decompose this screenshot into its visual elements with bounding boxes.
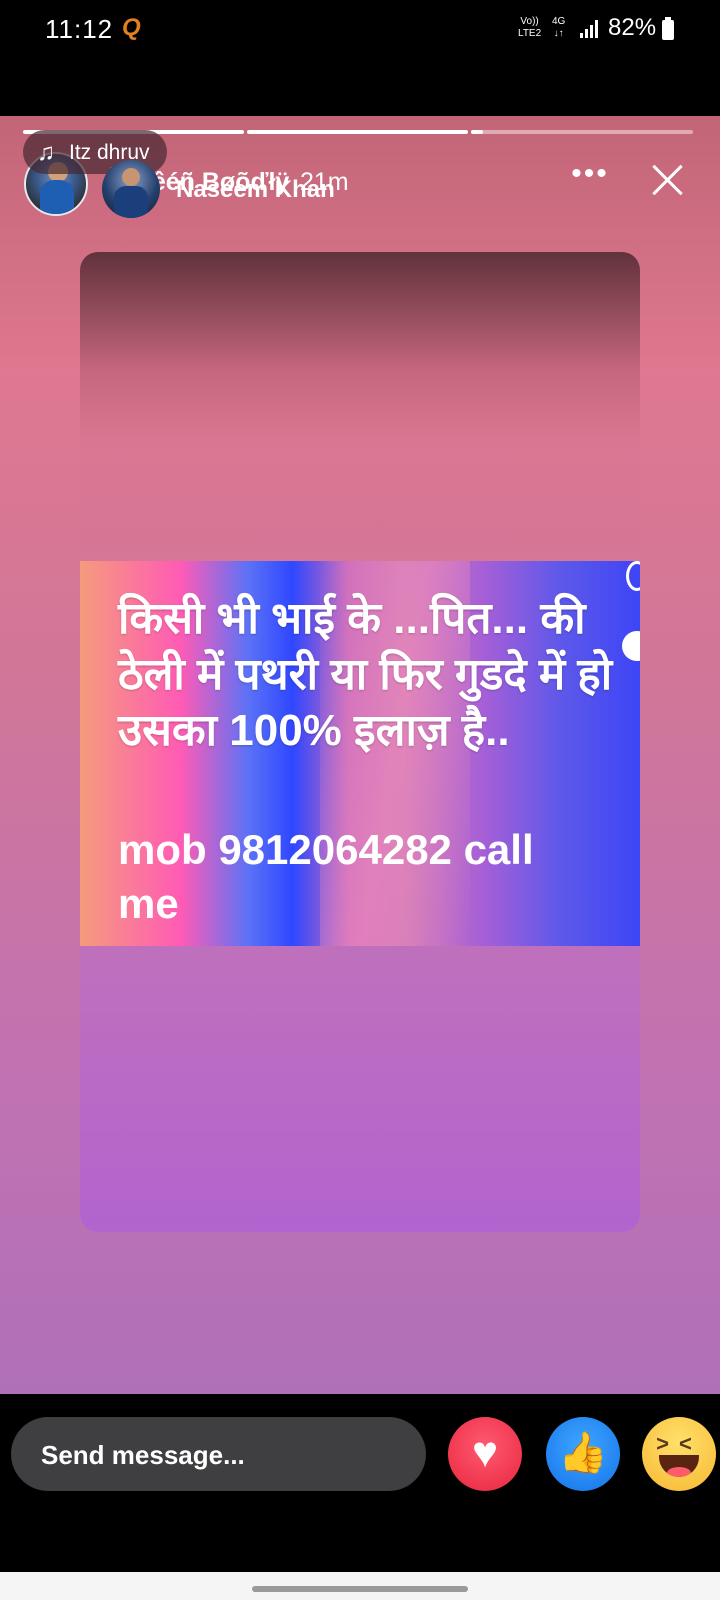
volte-label: Vo)) [520, 16, 539, 27]
network-type-indicator: 4G ↓↑ [552, 16, 565, 40]
volte-indicator: Vo)) LTE2 [518, 16, 541, 40]
lte-label: LTE2 [518, 28, 542, 39]
shared-post-avatar[interactable] [102, 160, 160, 218]
app-notification-icon: Q [122, 14, 141, 41]
post-image-text: किसी भी भाई के ...पित... की ठेली में पथर… [118, 591, 638, 759]
haha-reaction-icon[interactable]: >< [642, 1417, 716, 1491]
story-progress-segment [247, 130, 468, 134]
post-phone-line: mob 9812064282 call [118, 826, 534, 873]
like-reaction-icon[interactable]: 👍 [546, 1417, 620, 1491]
partial-circle-icon [626, 561, 640, 591]
post-text-line: ठेली में पथरी या फिर गुडदे में हो [118, 650, 613, 699]
reply-bar: Send message... ♥ 👍 >< [0, 1394, 720, 1572]
post-phone-line: me [118, 880, 179, 927]
story-progress-segment-current [471, 130, 693, 134]
laughing-mouth-icon [659, 1455, 699, 1477]
more-options-button[interactable]: ••• [568, 159, 612, 194]
status-time: 11:12 [45, 14, 114, 44]
signal-strength-icon [580, 20, 602, 38]
thumbs-up-icon: 👍 [558, 1431, 608, 1475]
send-message-placeholder: Send message... [41, 1440, 245, 1470]
laughing-eyes-icon: >< [656, 1431, 702, 1456]
send-message-input[interactable]: Send message... [11, 1417, 426, 1491]
battery-percent: 82% [608, 14, 657, 41]
post-text-line: किसी भी भाई के ...पित... की [118, 594, 586, 643]
close-icon[interactable] [648, 160, 688, 200]
network-type-label: 4G [552, 16, 566, 27]
shared-post-image[interactable]: किसी भी भाई के ...पित... की ठेली में पथर… [80, 561, 640, 946]
battery-icon [662, 17, 674, 40]
home-indicator[interactable] [252, 1586, 468, 1592]
heart-icon: ♥ [471, 1428, 499, 1477]
data-arrows-icon: ↓↑ [553, 28, 564, 39]
post-phone-text: mob 9812064282 call me [118, 823, 638, 931]
love-reaction-icon[interactable]: ♥ [448, 1417, 522, 1491]
shared-post-author[interactable]: Naseem Khan [176, 176, 335, 204]
status-bar: 11:12 Q Vo)) LTE2 4G ↓↑ 82% [0, 0, 720, 60]
post-text-line: उसका 100% इलाज़ है.. [118, 706, 510, 755]
system-nav-bar [0, 1572, 720, 1600]
music-note-icon: ♫ [37, 139, 55, 166]
